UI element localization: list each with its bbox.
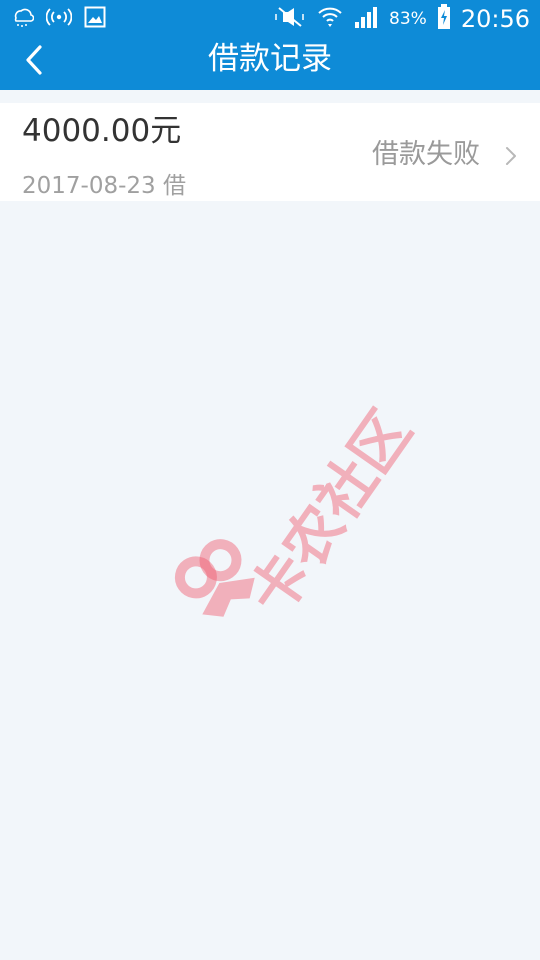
loan-status: 借款失败 <box>372 139 480 170</box>
mute-icon <box>273 6 307 32</box>
chevron-right-icon <box>506 147 516 165</box>
loan-record-row[interactable]: 4000.00元 2017-08-23 借 借款失败 <box>0 103 540 201</box>
chevron-left-icon <box>26 45 42 75</box>
signal-icon <box>353 5 379 33</box>
clock: 20:56 <box>460 5 530 33</box>
weather-icon <box>10 6 35 32</box>
status-bar: 83% 20:56 <box>0 0 540 38</box>
app-header: 83% 20:56 借款记录 <box>0 0 540 90</box>
wifi-icon <box>317 5 343 33</box>
status-right-icons: 83% 20:56 <box>273 4 530 34</box>
back-button[interactable] <box>18 42 54 78</box>
watermark-logo-icon <box>174 539 255 617</box>
wireless-icon <box>45 6 73 32</box>
loan-date: 2017-08-23 借 <box>22 173 186 199</box>
page-title: 借款记录 <box>208 41 332 77</box>
status-left-icons <box>10 4 106 34</box>
watermark-text: 卡农社区 <box>235 398 425 628</box>
battery-percent: 83% <box>389 9 427 29</box>
battery-charging-icon <box>437 4 451 34</box>
watermark: 卡农社区 <box>120 340 424 640</box>
nav-bar: 借款记录 <box>0 38 540 90</box>
gallery-icon <box>84 6 106 32</box>
loan-amount: 4000.00元 <box>22 113 182 149</box>
